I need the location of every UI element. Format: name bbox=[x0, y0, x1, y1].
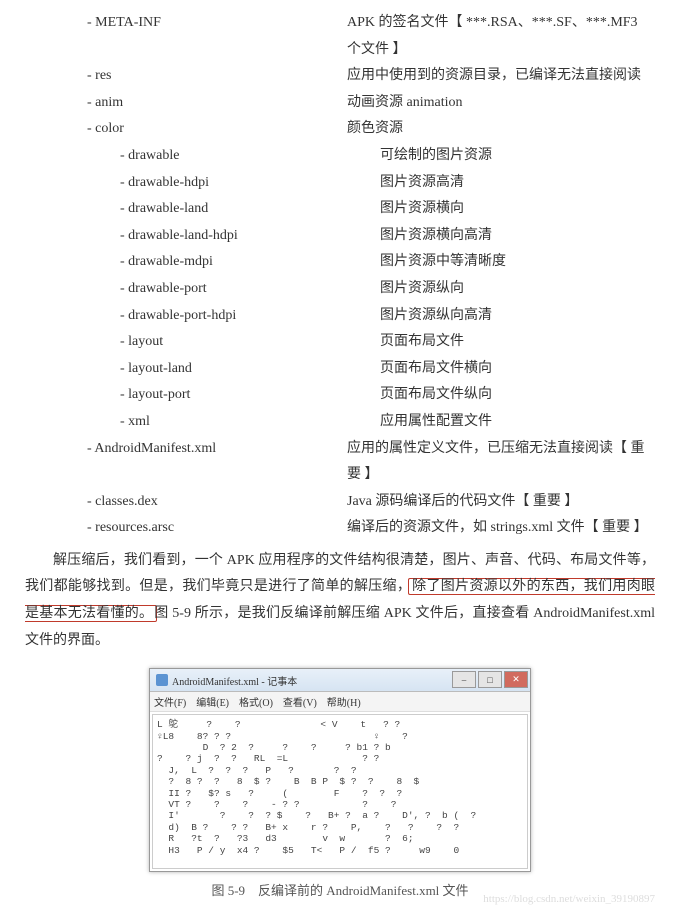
row-desc: 应用属性配置文件 bbox=[380, 409, 655, 436]
row-label: - drawable-hdpi bbox=[25, 170, 380, 197]
list-row: - drawable-land图片资源横向 bbox=[25, 196, 655, 223]
row-desc: 编译后的资源文件，如 strings.xml 文件【 重要 】 bbox=[347, 515, 655, 542]
row-label: - META-INF bbox=[25, 10, 347, 63]
list-row: - layout-land页面布局文件横向 bbox=[25, 356, 655, 383]
row-label: - resources.arsc bbox=[25, 515, 347, 542]
row-desc: 页面布局文件 bbox=[380, 329, 655, 356]
list-row: - layout-port页面布局文件纵向 bbox=[25, 382, 655, 409]
list-row: - drawable-port-hdpi图片资源纵向高清 bbox=[25, 303, 655, 330]
window-title: AndroidManifest.xml - 记事本 bbox=[172, 673, 297, 688]
row-desc: 图片资源横向 bbox=[380, 196, 655, 223]
menu-item[interactable]: 格式(O) bbox=[239, 694, 273, 709]
menubar: 文件(F) 编辑(E) 格式(O) 查看(V) 帮助(H) bbox=[150, 692, 530, 712]
menu-item[interactable]: 文件(F) bbox=[154, 694, 186, 709]
row-desc: 图片资源横向高清 bbox=[380, 223, 655, 250]
list-row: - drawable可绘制的图片资源 bbox=[25, 143, 655, 170]
list-row: - drawable-land-hdpi图片资源横向高清 bbox=[25, 223, 655, 250]
row-label: - color bbox=[25, 116, 347, 143]
row-desc: 应用中使用到的资源目录，已编译无法直接阅读 bbox=[347, 63, 655, 90]
close-button[interactable]: ✕ bbox=[504, 671, 528, 688]
list-row: - anim动画资源 animation bbox=[25, 90, 655, 117]
list-row: - res应用中使用到的资源目录，已编译无法直接阅读 bbox=[25, 63, 655, 90]
row-desc: 图片资源纵向 bbox=[380, 276, 655, 303]
row-label: - drawable-land-hdpi bbox=[25, 223, 380, 250]
row-desc: Java 源码编译后的代码文件【 重要 】 bbox=[347, 489, 655, 516]
minimize-button[interactable]: – bbox=[452, 671, 476, 688]
row-label: - res bbox=[25, 63, 347, 90]
list-row: - resources.arsc编译后的资源文件，如 strings.xml 文… bbox=[25, 515, 655, 542]
row-desc: APK 的签名文件【 ***.RSA、***.SF、***.MF3 个文件 】 bbox=[347, 10, 655, 63]
row-label: - xml bbox=[25, 409, 380, 436]
row-desc: 图片资源高清 bbox=[380, 170, 655, 197]
menu-item[interactable]: 查看(V) bbox=[283, 694, 317, 709]
list-row: - drawable-mdpi图片资源中等清晰度 bbox=[25, 249, 655, 276]
list-row: - xml应用属性配置文件 bbox=[25, 409, 655, 436]
row-desc: 颜色资源 bbox=[347, 116, 655, 143]
row-desc: 图片资源纵向高清 bbox=[380, 303, 655, 330]
list-row: - AndroidManifest.xml应用的属性定义文件，已压缩无法直接阅读… bbox=[25, 436, 655, 489]
list-row: - META-INFAPK 的签名文件【 ***.RSA、***.SF、***.… bbox=[25, 10, 655, 63]
list-row: - layout页面布局文件 bbox=[25, 329, 655, 356]
row-desc: 应用的属性定义文件，已压缩无法直接阅读【 重要 】 bbox=[347, 436, 655, 489]
file-structure-list: - META-INFAPK 的签名文件【 ***.RSA、***.SF、***.… bbox=[25, 10, 655, 542]
row-label: - drawable-land bbox=[25, 196, 380, 223]
menu-item[interactable]: 帮助(H) bbox=[327, 694, 361, 709]
list-row: - classes.dexJava 源码编译后的代码文件【 重要 】 bbox=[25, 489, 655, 516]
list-row: - drawable-hdpi图片资源高清 bbox=[25, 170, 655, 197]
row-label: - layout-land bbox=[25, 356, 380, 383]
editor-content[interactable]: L 鸵 ? ? < V t ? ? ♀L8 8? ? ? ♀ ? D ? 2 ?… bbox=[152, 714, 528, 869]
row-desc: 页面布局文件横向 bbox=[380, 356, 655, 383]
row-label: - drawable-mdpi bbox=[25, 249, 380, 276]
row-label: - layout-port bbox=[25, 382, 380, 409]
row-label: - classes.dex bbox=[25, 489, 347, 516]
notepad-icon bbox=[156, 674, 168, 686]
list-row: - color颜色资源 bbox=[25, 116, 655, 143]
menu-item[interactable]: 编辑(E) bbox=[196, 694, 229, 709]
row-label: - drawable-port-hdpi bbox=[25, 303, 380, 330]
row-label: - drawable bbox=[25, 143, 380, 170]
row-desc: 可绘制的图片资源 bbox=[380, 143, 655, 170]
row-label: - AndroidManifest.xml bbox=[25, 436, 347, 489]
maximize-button[interactable]: □ bbox=[478, 671, 502, 688]
row-label: - anim bbox=[25, 90, 347, 117]
row-desc: 图片资源中等清晰度 bbox=[380, 249, 655, 276]
row-label: - drawable-port bbox=[25, 276, 380, 303]
row-desc: 动画资源 animation bbox=[347, 90, 655, 117]
list-row: - drawable-port图片资源纵向 bbox=[25, 276, 655, 303]
window-buttons: – □ ✕ bbox=[452, 671, 528, 688]
row-label: - layout bbox=[25, 329, 380, 356]
titlebar: AndroidManifest.xml - 记事本 – □ ✕ bbox=[150, 669, 530, 692]
notepad-figure: AndroidManifest.xml - 记事本 – □ ✕ 文件(F) 编辑(… bbox=[25, 668, 655, 872]
notepad-window: AndroidManifest.xml - 记事本 – □ ✕ 文件(F) 编辑(… bbox=[149, 668, 531, 872]
description-paragraph: 解压缩后，我们看到，一个 APK 应用程序的文件结构很清楚，图片、声音、代码、布… bbox=[25, 548, 655, 654]
row-desc: 页面布局文件纵向 bbox=[380, 382, 655, 409]
